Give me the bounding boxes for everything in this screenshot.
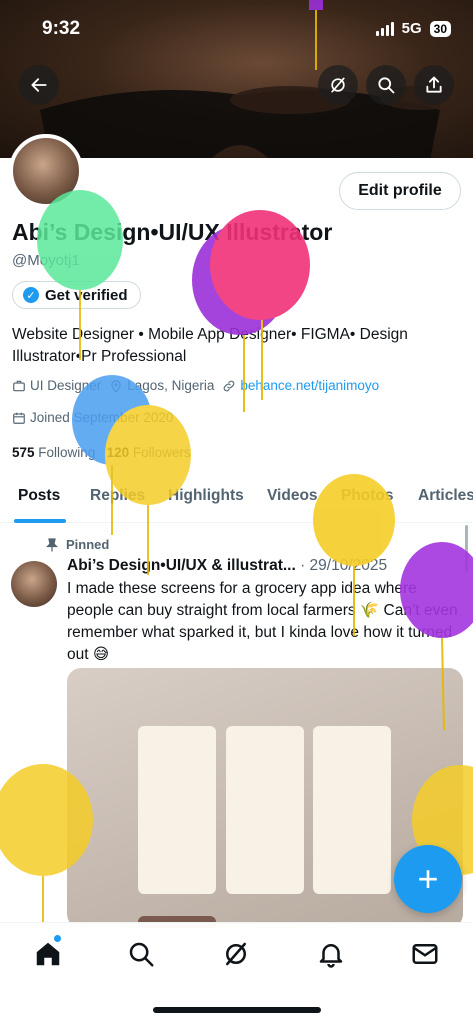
compose-button[interactable]: +: [394, 845, 462, 913]
network-label: 5G: [401, 20, 422, 37]
post-avatar[interactable]: [11, 561, 57, 607]
pinned-label: Pinned: [66, 537, 110, 552]
grok-icon: [226, 942, 246, 966]
follow-stats: 575 Following 120 Followers: [12, 445, 191, 460]
following-label: Following: [38, 445, 96, 460]
briefcase-icon: [13, 380, 25, 391]
arrow-left-icon: [31, 78, 47, 92]
status-time: 9:32: [42, 18, 81, 39]
category-item: UI Designer: [12, 378, 101, 393]
get-verified-label: Get verified: [45, 286, 128, 304]
category-label: UI Designer: [30, 378, 102, 393]
nav-home[interactable]: [33, 939, 63, 969]
following-link[interactable]: 575 Following: [12, 445, 95, 460]
joined-label: Joined September 2020: [30, 410, 174, 425]
status-bar: 9:32 5G 30: [0, 0, 473, 58]
notification-dot: [54, 935, 61, 942]
profile-name: Abi’s Design•UI/UX Illustrator: [12, 219, 333, 245]
link-icon: [224, 380, 235, 391]
pin-icon: [46, 537, 58, 551]
verified-badge-icon: ✓: [23, 287, 39, 303]
location-label: Lagos, Nigeria: [127, 378, 215, 393]
tab-photos[interactable]: Photos: [341, 487, 394, 505]
status-indicators: 5G 30: [375, 20, 451, 37]
nav-notifications[interactable]: [316, 939, 346, 969]
grok-button[interactable]: [318, 65, 358, 105]
location-item: Lagos, Nigeria: [109, 378, 214, 393]
get-verified-button[interactable]: ✓ Get verified: [12, 281, 141, 309]
post-text: I made these screens for a grocery app i…: [67, 580, 458, 663]
tab-highlights[interactable]: Highlights: [168, 487, 244, 505]
slash-circle-icon: [331, 77, 345, 93]
active-tab-indicator: [14, 519, 66, 523]
profile-avatar[interactable]: [9, 134, 83, 208]
followers-count: 120: [106, 445, 130, 460]
mockup-screen-signin: [138, 726, 216, 894]
post-date: · 29/10/2025: [300, 557, 388, 574]
profile-handle: @Moyotj1: [12, 252, 80, 269]
signal-icon: [375, 21, 394, 36]
followers-label: Followers: [132, 445, 191, 460]
nav-grok[interactable]: [221, 939, 251, 969]
post-author[interactable]: Abi’s Design•UI/UX & illustrat...: [67, 557, 296, 574]
mockup-screen-home: [226, 726, 304, 894]
share-button[interactable]: [414, 65, 454, 105]
following-count: 575: [12, 445, 35, 460]
joined-item: Joined September 2020: [12, 410, 173, 425]
mockup-screen-products: [313, 726, 391, 894]
nav-search[interactable]: [126, 939, 156, 969]
back-button[interactable]: [19, 65, 59, 105]
search-icon: [378, 77, 395, 94]
nav-messages[interactable]: [410, 939, 440, 969]
share-icon: [426, 76, 442, 93]
pinned-indicator: Pinned: [46, 537, 109, 552]
search-button[interactable]: [366, 65, 406, 105]
battery-icon: 30: [429, 20, 451, 37]
profile-tabs: Posts Replies Highlights Videos Photos A…: [0, 473, 473, 523]
profile-link[interactable]: behance.net/tijanimoyo: [240, 378, 379, 393]
tab-videos[interactable]: Videos: [267, 487, 318, 505]
followers-link[interactable]: 120 Followers: [107, 445, 191, 460]
post-header: Abi’s Design•UI/UX & illustrat... · 29/1…: [67, 557, 467, 575]
profile-meta: UI Designer Lagos, Nigeria behance.net/t…: [12, 378, 379, 393]
link-item[interactable]: behance.net/tijanimoyo: [222, 378, 379, 393]
home-icon: [36, 942, 60, 966]
home-indicator[interactable]: [153, 1007, 321, 1013]
notifications-icon: [319, 944, 343, 968]
tab-posts[interactable]: Posts: [18, 487, 60, 505]
tab-replies[interactable]: Replies: [90, 487, 145, 505]
edit-profile-button[interactable]: Edit profile: [339, 172, 461, 210]
location-pin-icon: [111, 379, 121, 393]
calendar-icon: [13, 412, 25, 424]
tab-articles[interactable]: Articles: [418, 487, 473, 505]
search-icon: [129, 942, 154, 967]
profile-bio: Website Designer • Mobile App Designer• …: [12, 326, 408, 365]
messages-icon: [412, 944, 438, 964]
